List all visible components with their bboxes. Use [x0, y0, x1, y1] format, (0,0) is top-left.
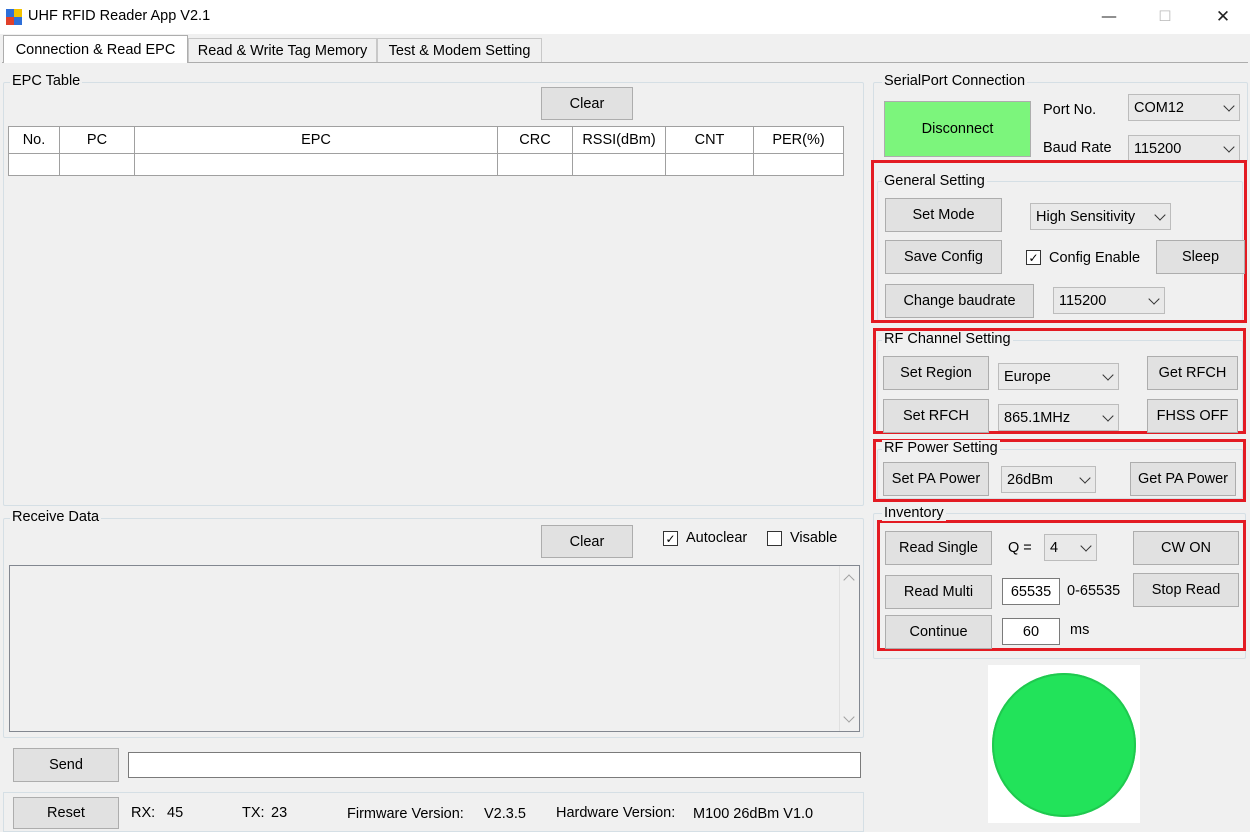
visable-checkbox[interactable] [767, 531, 782, 546]
chevron-down-icon [1080, 539, 1092, 552]
tx-label: TX: [242, 805, 265, 821]
send-button[interactable]: Send [13, 748, 119, 782]
epc-table-label: EPC Table [10, 73, 83, 89]
table-cell[interactable] [665, 153, 754, 176]
disconnect-button[interactable]: Disconnect [884, 101, 1031, 157]
chevron-down-icon [1223, 140, 1235, 153]
column-header[interactable]: CNT [665, 126, 754, 154]
general-setting-label: General Setting [882, 173, 987, 189]
app-icon [6, 9, 22, 25]
epc-clear-button[interactable]: Clear [541, 87, 633, 120]
get-rfch-button[interactable]: Get RFCH [1147, 356, 1238, 390]
chevron-down-icon [1079, 471, 1091, 484]
scroll-up-icon[interactable] [843, 574, 855, 586]
range-label: 0-65535 [1067, 583, 1121, 599]
table-cell[interactable] [134, 153, 498, 176]
send-input[interactable] [128, 752, 861, 778]
set-pa-power-button[interactable]: Set PA Power [883, 462, 989, 496]
scroll-down-icon[interactable] [843, 711, 855, 723]
chevron-down-icon [1102, 368, 1114, 381]
table-row[interactable] [8, 153, 844, 176]
port-label: Port No. [1043, 102, 1097, 118]
q-label: Q = [1008, 540, 1032, 556]
chevron-down-icon [1154, 208, 1166, 221]
column-header[interactable]: PC [59, 126, 135, 154]
firmware-value: V2.3.5 [484, 806, 526, 822]
multi-count-input[interactable]: 65535 [1002, 578, 1060, 605]
fhss-off-button[interactable]: FHSS OFF [1147, 399, 1238, 433]
q-select[interactable]: 4 [1044, 534, 1097, 561]
get-pa-power-button[interactable]: Get PA Power [1130, 462, 1236, 496]
rfch-select[interactable]: 865.1MHz [998, 404, 1119, 431]
change-baudrate-button[interactable]: Change baudrate [885, 284, 1034, 318]
column-header[interactable]: EPC [134, 126, 498, 154]
ms-label: ms [1070, 622, 1090, 638]
cw-on-button[interactable]: CW ON [1133, 531, 1239, 565]
baud-label: Baud Rate [1043, 140, 1112, 156]
save-config-button[interactable]: Save Config [885, 240, 1002, 274]
chevron-down-icon [1223, 99, 1235, 112]
receive-clear-button[interactable]: Clear [541, 525, 633, 558]
title-bar: UHF RFID Reader App V2.1 — ☐ ✕ [0, 0, 1250, 34]
pa-power-select[interactable]: 26dBm [1001, 466, 1096, 493]
read-multi-button[interactable]: Read Multi [885, 575, 992, 609]
port-select[interactable]: COM12 [1128, 94, 1240, 121]
table-cell[interactable] [59, 153, 135, 176]
hardware-label: Hardware Version: [556, 805, 676, 821]
autoclear-checkbox[interactable]: ✓ [663, 531, 678, 546]
set-region-button[interactable]: Set Region [883, 356, 989, 390]
table-cell[interactable] [8, 153, 60, 176]
status-indicator-panel [988, 665, 1140, 823]
checkmark-icon: ✓ [665, 531, 676, 546]
column-header[interactable]: RSSI(dBm) [572, 126, 666, 154]
table-cell[interactable] [753, 153, 844, 176]
receive-scrollbar[interactable] [839, 566, 859, 731]
set-mode-button[interactable]: Set Mode [885, 198, 1002, 232]
tab-read-write-tag-memory[interactable]: Read & Write Tag Memory [188, 38, 377, 62]
close-button[interactable]: ✕ [1200, 0, 1246, 34]
reset-button[interactable]: Reset [13, 797, 119, 829]
config-enable-checkbox[interactable]: ✓ [1026, 250, 1041, 265]
column-header[interactable]: No. [8, 126, 60, 154]
column-header[interactable]: CRC [497, 126, 573, 154]
tx-value: 23 [271, 805, 288, 821]
baud-select[interactable]: 115200 [1128, 135, 1240, 162]
read-single-button[interactable]: Read Single [885, 531, 992, 565]
table-cell[interactable] [497, 153, 573, 176]
hardware-value: M100 26dBm V1.0 [693, 806, 814, 822]
minimize-button[interactable]: — [1086, 0, 1132, 34]
rf-channel-label: RF Channel Setting [882, 331, 1013, 347]
connection-status-indicator [992, 673, 1136, 817]
column-header[interactable]: PER(%) [753, 126, 844, 154]
rx-value: 45 [167, 805, 184, 821]
region-select[interactable]: Europe [998, 363, 1119, 390]
checkmark-icon: ✓ [1028, 250, 1039, 265]
rf-power-label: RF Power Setting [882, 440, 1000, 456]
stop-read-button[interactable]: Stop Read [1133, 573, 1239, 607]
epc-table[interactable]: No. PC EPC CRC RSSI(dBm) CNT PER(%) [8, 126, 844, 176]
continue-button[interactable]: Continue [885, 615, 992, 649]
tab-test-modem-setting[interactable]: Test & Modem Setting [377, 38, 542, 62]
chevron-down-icon [1102, 409, 1114, 422]
receive-data-textarea[interactable] [9, 565, 860, 732]
mode-select[interactable]: High Sensitivity [1030, 203, 1171, 230]
receive-data-label: Receive Data [10, 509, 102, 525]
config-enable-label[interactable]: Config Enable [1049, 250, 1140, 266]
change-baud-select[interactable]: 115200 [1053, 287, 1165, 314]
interval-input[interactable]: 60 [1002, 618, 1060, 645]
set-rfch-button[interactable]: Set RFCH [883, 399, 989, 433]
maximize-button[interactable]: ☐ [1142, 0, 1188, 34]
sleep-button[interactable]: Sleep [1156, 240, 1245, 274]
rx-label: RX: [131, 805, 156, 821]
autoclear-label[interactable]: Autoclear [686, 530, 747, 546]
chevron-down-icon [1148, 292, 1160, 305]
inventory-label: Inventory [882, 505, 946, 521]
serialport-label: SerialPort Connection [882, 73, 1028, 89]
tab-connection-read-epc[interactable]: Connection & Read EPC [3, 35, 188, 63]
firmware-label: Firmware Version: [347, 806, 464, 822]
table-cell[interactable] [572, 153, 666, 176]
window-title: UHF RFID Reader App V2.1 [28, 8, 211, 24]
visable-label[interactable]: Visable [790, 530, 837, 546]
